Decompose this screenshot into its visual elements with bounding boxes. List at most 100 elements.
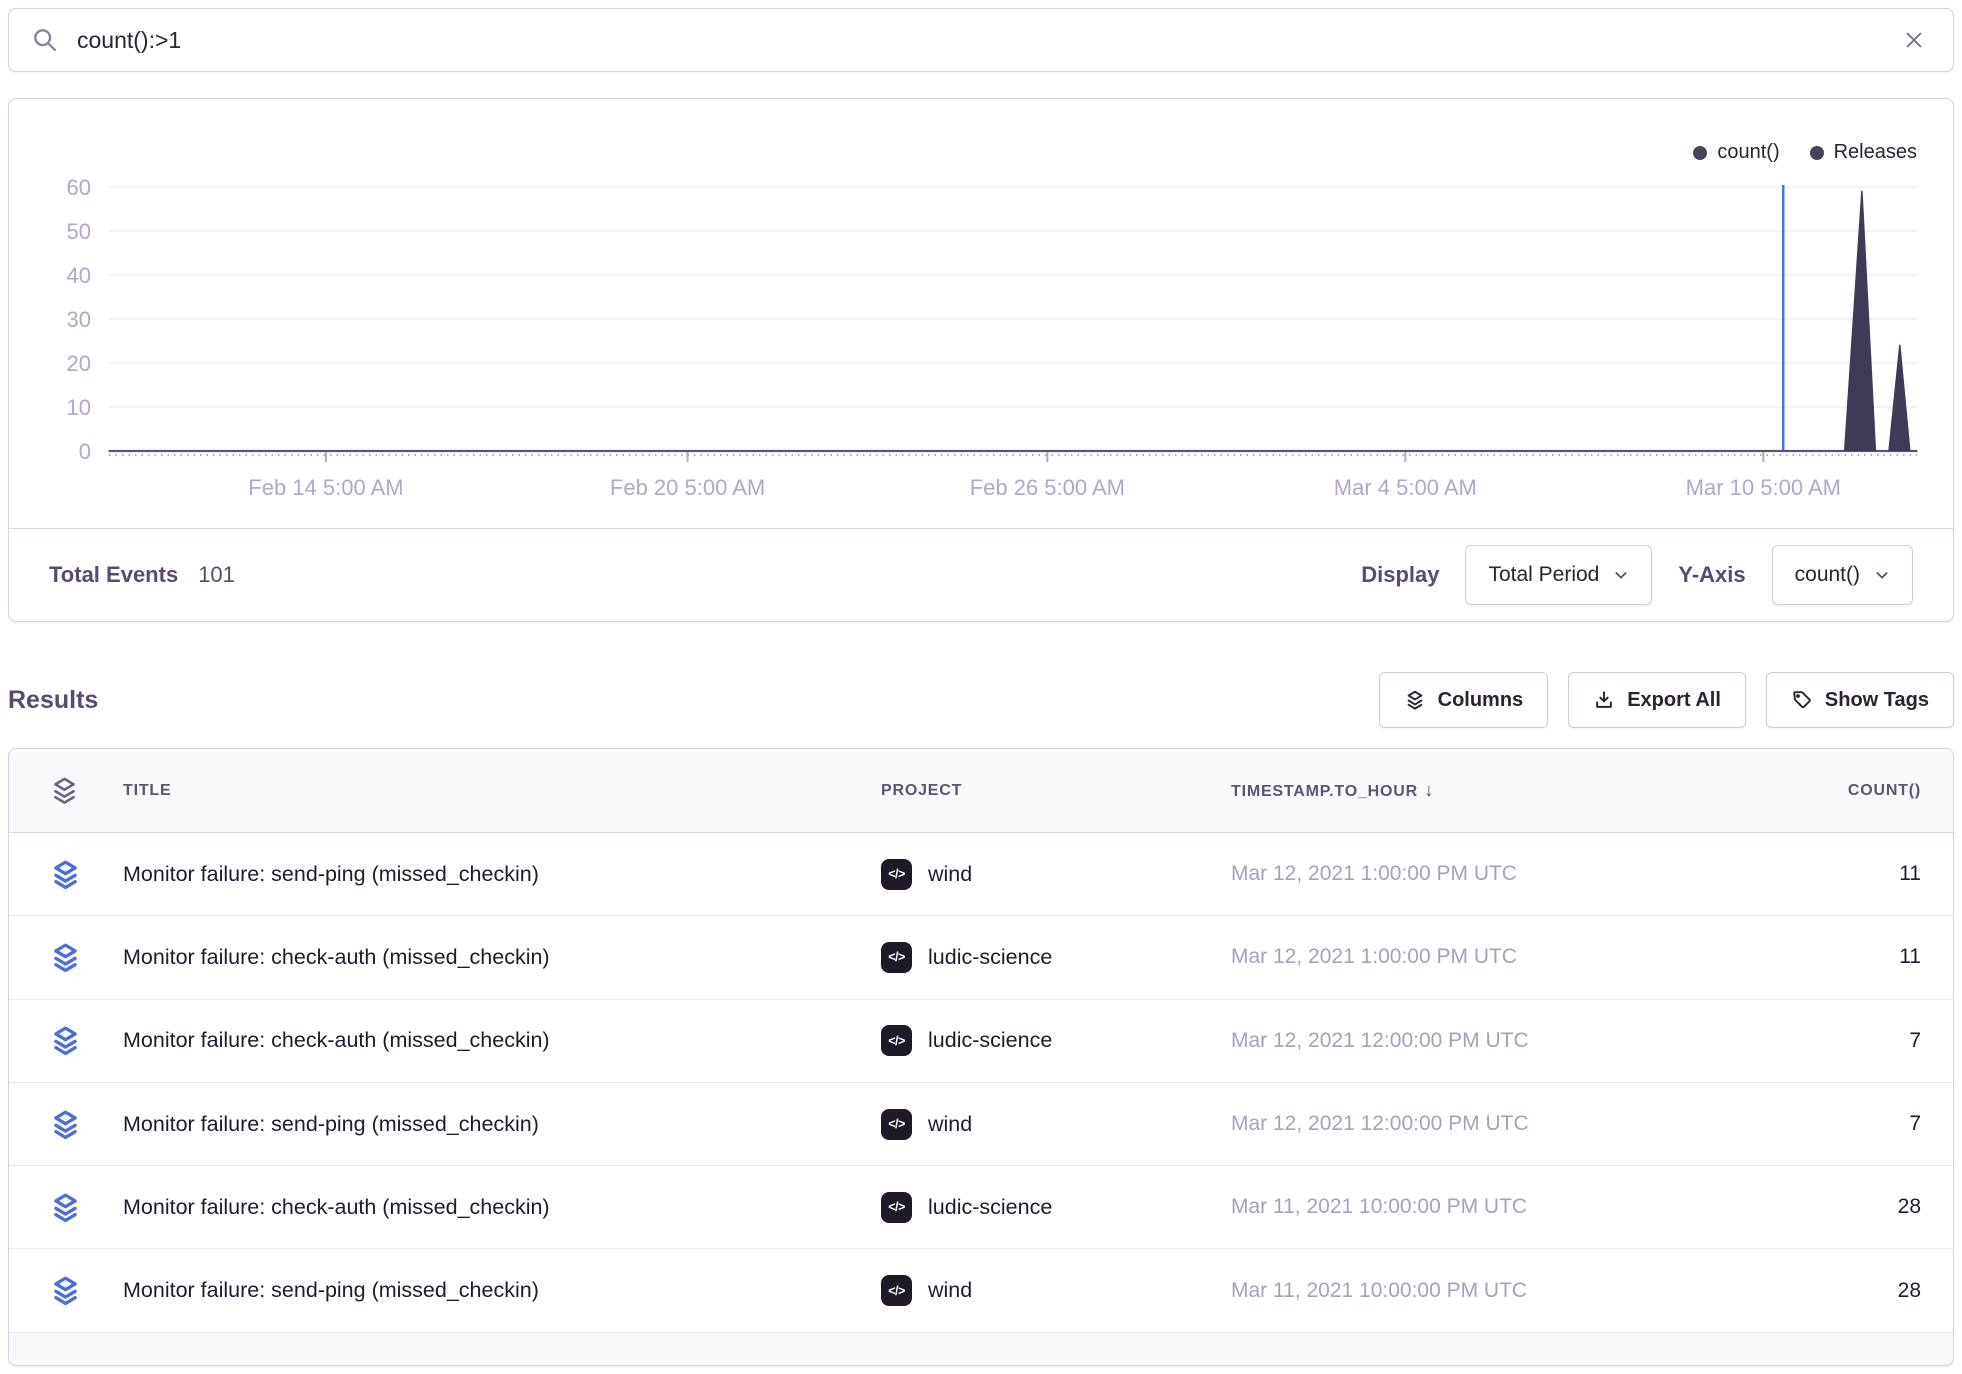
count-cell: 7	[1713, 1029, 1953, 1053]
columns-button-label: Columns	[1438, 689, 1524, 712]
project-name: ludic-science	[928, 1028, 1052, 1053]
export-all-button[interactable]: Export All	[1568, 672, 1746, 728]
total-events-value: 101	[198, 562, 235, 588]
table-footer	[9, 1333, 1953, 1365]
timestamp-cell: Mar 11, 2021 10:00:00 PM UTC	[1231, 1279, 1713, 1303]
svg-text:Mar 10 5:00 AM: Mar 10 5:00 AM	[1686, 475, 1841, 500]
chevron-down-icon	[1874, 567, 1890, 583]
project-name: wind	[928, 1278, 972, 1303]
results-table: TITLE PROJECT TIMESTAMP.TO_HOUR ↓ COUNT()…	[8, 748, 1954, 1366]
close-icon[interactable]	[1897, 23, 1931, 57]
search-icon	[31, 26, 59, 54]
legend-dot-icon	[1810, 146, 1824, 160]
svg-text:30: 30	[67, 307, 91, 332]
table-row: Monitor failure: check-auth (missed_chec…	[9, 1166, 1953, 1249]
svg-text:Feb 26 5:00 AM: Feb 26 5:00 AM	[970, 475, 1125, 500]
project-platform-icon: </>	[881, 1275, 912, 1306]
project-platform-icon: </>	[881, 1109, 912, 1140]
layers-icon	[49, 1191, 82, 1224]
event-title-link[interactable]: Monitor failure: send-ping (missed_check…	[123, 862, 539, 886]
display-dropdown[interactable]: Total Period	[1465, 545, 1652, 605]
table-row: Monitor failure: send-ping (missed_check…	[9, 833, 1953, 916]
column-header-project[interactable]: PROJECT	[881, 782, 1231, 800]
y-axis-label: Y-Axis	[1678, 562, 1745, 588]
tag-icon	[1791, 689, 1813, 711]
search-input[interactable]	[77, 27, 1897, 54]
layers-icon	[49, 1108, 82, 1141]
svg-text:40: 40	[67, 263, 91, 288]
event-title-link[interactable]: Monitor failure: send-ping (missed_check…	[123, 1112, 539, 1136]
project-platform-icon: </>	[881, 859, 912, 890]
sort-desc-icon: ↓	[1424, 780, 1434, 801]
column-header-title[interactable]: TITLE	[123, 782, 881, 800]
timestamp-cell: Mar 12, 2021 1:00:00 PM UTC	[1231, 862, 1713, 886]
display-label: Display	[1361, 562, 1439, 588]
y-axis-dropdown[interactable]: count()	[1772, 545, 1913, 605]
show-tags-button-label: Show Tags	[1825, 689, 1929, 712]
event-title-link[interactable]: Monitor failure: check-auth (missed_chec…	[123, 1195, 550, 1219]
events-chart[interactable]: 0102030405060Feb 14 5:00 AMFeb 20 5:00 A…	[9, 99, 1953, 528]
count-cell: 11	[1713, 862, 1953, 886]
count-cell: 11	[1713, 945, 1953, 969]
chevron-down-icon	[1613, 567, 1629, 583]
column-header-timestamp[interactable]: TIMESTAMP.TO_HOUR ↓	[1231, 780, 1713, 802]
event-title-link[interactable]: Monitor failure: check-auth (missed_chec…	[123, 945, 550, 969]
project-platform-icon: </>	[881, 1192, 912, 1223]
event-title-link[interactable]: Monitor failure: send-ping (missed_check…	[123, 1278, 539, 1302]
chart-legend: count() Releases	[1693, 141, 1917, 164]
project-name: wind	[928, 1112, 972, 1137]
table-row: Monitor failure: check-auth (missed_chec…	[9, 1000, 1953, 1083]
events-chart-panel: 0102030405060Feb 14 5:00 AMFeb 20 5:00 A…	[8, 98, 1954, 622]
display-dropdown-value: Total Period	[1488, 563, 1599, 587]
y-axis-dropdown-value: count()	[1795, 563, 1860, 587]
count-cell: 28	[1713, 1279, 1953, 1303]
project-platform-icon: </>	[881, 942, 912, 973]
event-title-link[interactable]: Monitor failure: check-auth (missed_chec…	[123, 1028, 550, 1052]
legend-label: count()	[1717, 141, 1779, 164]
svg-text:Feb 20 5:00 AM: Feb 20 5:00 AM	[610, 475, 765, 500]
timestamp-cell: Mar 12, 2021 12:00:00 PM UTC	[1231, 1112, 1713, 1136]
project-name: ludic-science	[928, 1195, 1052, 1220]
svg-text:60: 60	[67, 175, 91, 200]
total-events-label: Total Events	[49, 562, 178, 588]
column-header-count[interactable]: COUNT()	[1713, 782, 1953, 800]
legend-dot-icon	[1693, 146, 1707, 160]
layers-icon	[49, 775, 80, 806]
table-row: Monitor failure: check-auth (missed_chec…	[9, 916, 1953, 999]
svg-text:0: 0	[79, 439, 91, 464]
timestamp-cell: Mar 12, 2021 1:00:00 PM UTC	[1231, 945, 1713, 969]
project-platform-icon: </>	[881, 1025, 912, 1056]
columns-button[interactable]: Columns	[1379, 672, 1549, 728]
project-name: ludic-science	[928, 945, 1052, 970]
layers-icon	[1404, 689, 1426, 711]
table-row: Monitor failure: send-ping (missed_check…	[9, 1083, 1953, 1166]
timestamp-header-label: TIMESTAMP.TO_HOUR	[1231, 783, 1418, 800]
results-heading: Results	[8, 686, 98, 715]
events-chart-svg: 0102030405060Feb 14 5:00 AMFeb 20 5:00 A…	[9, 99, 1953, 528]
results-bar: Results Columns Export All Show Tags	[8, 672, 1954, 728]
svg-text:50: 50	[67, 219, 91, 244]
table-body: Monitor failure: send-ping (missed_check…	[9, 833, 1953, 1333]
svg-text:Mar 4 5:00 AM: Mar 4 5:00 AM	[1334, 475, 1477, 500]
project-name: wind	[928, 862, 972, 887]
download-icon	[1593, 689, 1615, 711]
total-events: Total Events 101	[49, 562, 235, 588]
table-row: Monitor failure: send-ping (missed_check…	[9, 1249, 1953, 1332]
legend-label: Releases	[1834, 141, 1917, 164]
legend-item-releases[interactable]: Releases	[1810, 141, 1917, 164]
layers-icon	[49, 1024, 82, 1057]
layers-icon	[49, 858, 82, 891]
export-all-button-label: Export All	[1627, 689, 1721, 712]
search-bar	[8, 8, 1954, 72]
svg-text:20: 20	[67, 351, 91, 376]
legend-item-count-[interactable]: count()	[1693, 141, 1779, 164]
timestamp-cell: Mar 12, 2021 12:00:00 PM UTC	[1231, 1029, 1713, 1053]
layers-icon	[49, 1274, 82, 1307]
timestamp-cell: Mar 11, 2021 10:00:00 PM UTC	[1231, 1195, 1713, 1219]
show-tags-button[interactable]: Show Tags	[1766, 672, 1954, 728]
layers-icon	[49, 941, 82, 974]
table-header-row: TITLE PROJECT TIMESTAMP.TO_HOUR ↓ COUNT()	[9, 749, 1953, 833]
count-cell: 28	[1713, 1195, 1953, 1219]
svg-text:Feb 14 5:00 AM: Feb 14 5:00 AM	[248, 475, 403, 500]
chart-footer: Total Events 101 Display Total Period Y-…	[9, 528, 1953, 622]
